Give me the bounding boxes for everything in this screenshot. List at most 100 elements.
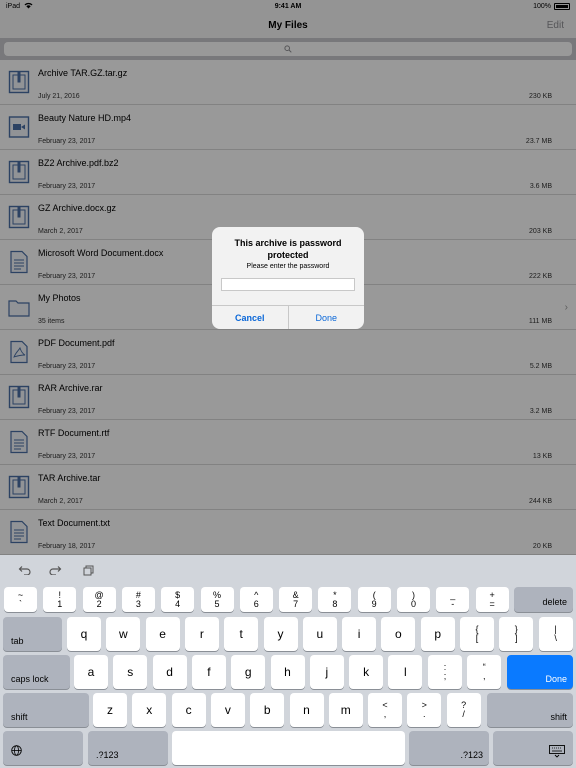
key-o[interactable]: o <box>381 617 416 651</box>
key[interactable]: _ - <box>436 587 470 612</box>
undo-icon[interactable] <box>14 560 34 580</box>
key[interactable]: * 8 <box>318 587 352 612</box>
numbers-key-left[interactable]: .?123 <box>88 731 168 765</box>
key-base-symbol: 9 <box>371 598 377 609</box>
key-w[interactable]: w <box>106 617 141 651</box>
key-base-symbol: [ <box>475 633 479 643</box>
key-s[interactable]: s <box>113 655 148 689</box>
key-u[interactable]: u <box>302 617 337 651</box>
key-label: Done <box>545 674 567 684</box>
numbers-key-right[interactable]: .?123 <box>409 731 489 765</box>
key-label: u <box>316 627 324 641</box>
key-n[interactable]: n <box>289 693 324 727</box>
key-label: j <box>325 665 329 679</box>
key-base-symbol: ` <box>19 598 22 609</box>
key-label: shift <box>550 712 567 722</box>
hide-keyboard-icon <box>549 745 565 761</box>
key-label: n <box>303 703 310 717</box>
key[interactable]: $4 <box>161 587 195 612</box>
password-field[interactable] <box>221 278 355 291</box>
key-base-symbol: 8 <box>332 598 338 609</box>
key-c[interactable]: c <box>171 693 206 727</box>
cancel-button[interactable]: Cancel <box>212 306 289 329</box>
caps-lock-key[interactable]: caps lock <box>3 655 70 689</box>
globe-key[interactable] <box>3 731 83 765</box>
key-g[interactable]: g <box>231 655 266 689</box>
key-base-symbol: \ <box>554 633 557 643</box>
key-r[interactable]: r <box>184 617 219 651</box>
key[interactable]: ? / <box>446 693 481 727</box>
key-t[interactable]: t <box>224 617 259 651</box>
key[interactable]: ) 0 <box>397 587 430 612</box>
key[interactable]: <, <box>368 693 402 727</box>
key-label: tab <box>11 636 24 646</box>
key-label: h <box>284 665 291 679</box>
key-h[interactable]: h <box>270 655 305 689</box>
key-label: c <box>185 703 192 717</box>
key[interactable]: @2 <box>82 587 116 612</box>
key[interactable]: ~ ` <box>4 587 37 612</box>
shift-right-key[interactable]: shift <box>487 693 573 727</box>
key-e[interactable]: e <box>145 617 180 651</box>
hide-keyboard-key[interactable] <box>493 731 573 765</box>
key-label: a <box>87 665 95 679</box>
key-label: p <box>434 627 442 641</box>
key[interactable]: % 5 <box>200 587 234 612</box>
key-label: v <box>224 703 231 717</box>
key-label: i <box>357 627 361 641</box>
key-base-symbol: , <box>483 671 486 681</box>
key[interactable]: (9 <box>357 587 391 612</box>
key[interactable]: #3 <box>121 587 155 612</box>
key-base-symbol: 6 <box>253 598 259 609</box>
key[interactable]: | \ <box>538 617 573 651</box>
key[interactable]: “, <box>467 655 502 689</box>
alert-message: Please enter the password <box>246 263 330 270</box>
key[interactable]: {[ <box>460 617 494 651</box>
done-button[interactable]: Done <box>289 306 365 329</box>
key-label: t <box>239 627 243 641</box>
key-label: .?123 <box>96 750 119 760</box>
key-label: d <box>166 665 173 679</box>
key-l[interactable]: l <box>388 655 423 689</box>
delete-key[interactable]: delete <box>514 587 573 612</box>
key-label: w <box>118 627 128 641</box>
keyboard: ~ `! 1 @2 #3 $4% 5 ^ 6 & 7 * 8(9) 0 _ - + = delete tab q w e r t… <box>0 555 576 768</box>
key-x[interactable]: x <box>132 693 167 727</box>
key[interactable]: ^ 6 <box>239 587 273 612</box>
key-i[interactable]: i <box>342 617 377 651</box>
key-label: o <box>395 627 402 641</box>
key-d[interactable]: d <box>152 655 187 689</box>
key[interactable]: & 7 <box>279 587 313 612</box>
key-m[interactable]: m <box>328 693 363 727</box>
paste-icon[interactable] <box>78 560 98 580</box>
key[interactable]: >. <box>407 693 442 727</box>
key[interactable]: + = <box>475 587 509 612</box>
alert-title: This archive is password protected <box>234 238 342 260</box>
key-a[interactable]: a <box>74 655 108 689</box>
key-f[interactable]: f <box>191 655 226 689</box>
redo-icon[interactable] <box>46 560 66 580</box>
key-base-symbol: 2 <box>96 598 102 609</box>
alert-buttons: Cancel Done <box>212 305 364 329</box>
done-key[interactable]: Done <box>507 655 573 689</box>
key-label: e <box>159 627 166 641</box>
key-v[interactable]: v <box>210 693 245 727</box>
key-base-symbol: ; <box>443 671 447 681</box>
space-key[interactable] <box>172 731 405 765</box>
tab-key[interactable]: tab <box>3 617 62 651</box>
key-p[interactable]: p <box>420 617 455 651</box>
key[interactable]: :; <box>428 655 462 689</box>
key-base-symbol: . <box>423 709 426 719</box>
key-label: caps lock <box>11 674 49 684</box>
key-base-symbol: 7 <box>293 598 299 609</box>
key-base-symbol: 0 <box>410 598 416 609</box>
key-z[interactable]: z <box>93 693 127 727</box>
key-j[interactable]: j <box>309 655 344 689</box>
key-k[interactable]: k <box>349 655 384 689</box>
key-b[interactable]: b <box>250 693 285 727</box>
key[interactable]: }] <box>499 617 534 651</box>
key-y[interactable]: y <box>263 617 298 651</box>
key-q[interactable]: q <box>67 617 101 651</box>
key[interactable]: ! 1 <box>43 587 77 612</box>
shift-left-key[interactable]: shift <box>3 693 89 727</box>
